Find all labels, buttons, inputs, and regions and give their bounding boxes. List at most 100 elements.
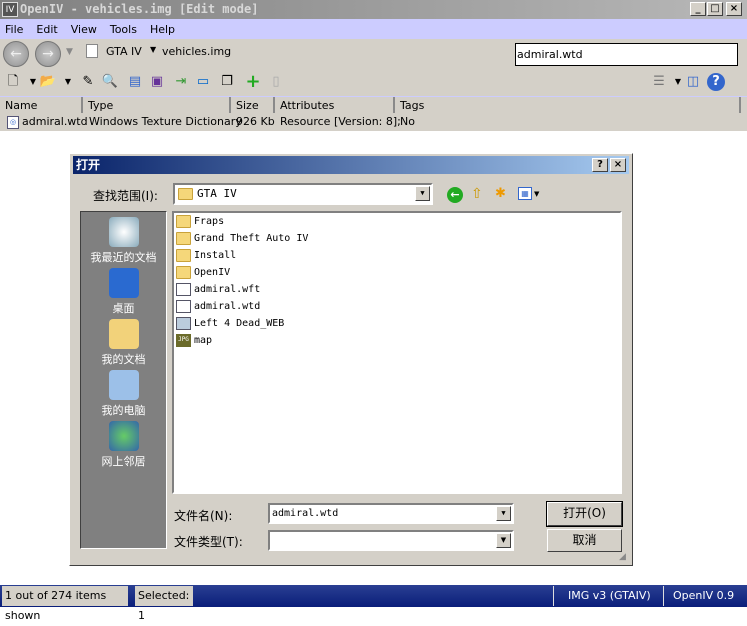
look-in-dropdown[interactable]: GTA IV ▼ xyxy=(173,183,433,205)
file-item[interactable]: Grand Theft Auto IV xyxy=(176,230,308,247)
save-icon[interactable]: ▣ xyxy=(148,73,166,91)
column-name[interactable]: Name xyxy=(0,97,83,114)
pages-icon xyxy=(86,44,98,58)
place-my-documents[interactable]: 我的文档 xyxy=(81,319,166,367)
export-icon[interactable]: ⇥ xyxy=(172,73,190,91)
forward-arrow-icon[interactable]: → xyxy=(35,41,61,67)
file-item[interactable]: Install xyxy=(176,247,236,264)
look-in-label: 查找范围(I): xyxy=(93,189,158,203)
open-folder-icon[interactable]: 📂 xyxy=(39,73,57,91)
copy-icon[interactable]: ❐ xyxy=(218,73,236,91)
filename-input[interactable]: admiral.wtd ▼ xyxy=(268,503,514,524)
file-item[interactable]: admiral.wtd xyxy=(176,298,260,315)
panel-icon[interactable]: ◫ xyxy=(684,73,702,91)
cell-tags: No xyxy=(400,115,415,128)
breadcrumb-separator-icon[interactable]: ▼ xyxy=(150,45,156,54)
places-bar: 我最近的文档 桌面 我的文档 我的电脑 网上邻居 xyxy=(80,211,167,549)
place-label: 网上邻居 xyxy=(101,455,146,468)
chevron-down-icon[interactable]: ▼ xyxy=(496,506,511,521)
filetype-dropdown[interactable]: ▼ xyxy=(268,530,514,551)
status-items-shown: 1 out of 274 items shown xyxy=(2,586,128,622)
my-documents-icon xyxy=(108,319,139,349)
chevron-down-icon[interactable]: ▼ xyxy=(496,533,511,548)
file-item[interactable]: admiral.wft xyxy=(176,281,260,298)
open-file-dialog: 打开 ? × 查找范围(I): GTA IV ▼ ← ⇧ ✱ ▦ ▼ 我最近的文… xyxy=(69,153,633,566)
preview-icon[interactable]: 🔍 xyxy=(101,73,119,91)
view-menu-icon[interactable]: ▦ xyxy=(518,187,532,200)
dialog-title: 打开 xyxy=(76,158,101,172)
breadcrumb-vehicles[interactable]: vehicles.img xyxy=(162,45,231,58)
table-row[interactable]: ◎ admiral.wtd Windows Texture Dictionary… xyxy=(0,113,747,131)
folder-icon xyxy=(176,266,191,279)
place-network[interactable]: 网上邻居 xyxy=(81,421,166,469)
new-file-icon[interactable]: 🗋 xyxy=(4,73,22,91)
file-icon xyxy=(176,283,191,296)
view-dropdown-icon[interactable]: ▼ xyxy=(534,190,539,198)
search-input[interactable] xyxy=(515,43,738,66)
file-item[interactable]: OpenIV xyxy=(176,264,230,281)
file-name: Fraps xyxy=(194,216,225,227)
place-label: 我的文档 xyxy=(101,353,146,366)
place-recent[interactable]: 我最近的文档 xyxy=(81,217,166,265)
menu-tools[interactable]: Tools xyxy=(110,23,137,36)
new-folder-icon[interactable]: ✱ xyxy=(495,186,506,201)
dialog-close-button[interactable]: × xyxy=(610,158,626,172)
network-icon xyxy=(108,421,139,451)
file-name: Left 4 Dead_WEB xyxy=(194,318,285,329)
folder-icon xyxy=(176,249,191,262)
chevron-down-icon[interactable]: ▼ xyxy=(415,186,430,201)
help-icon[interactable]: ? xyxy=(707,73,725,91)
toolbar: 🗋 ▼ 📂 ▼ ✎ 🔍 ▤ ▣ ⇥ ▭ ❐ + ▯ ☰ ▼ ◫ ? xyxy=(0,69,747,96)
filetype-label: 文件类型(T): xyxy=(174,535,243,549)
place-label: 我最近的文档 xyxy=(90,251,157,264)
file-icon xyxy=(176,300,191,313)
view-list-icon[interactable]: ☰ xyxy=(650,73,668,91)
up-folder-icon[interactable]: ⇧ xyxy=(471,186,483,202)
open-dropdown-icon[interactable]: ▼ xyxy=(59,73,77,91)
place-label: 我的电脑 xyxy=(101,404,146,417)
cell-size: 926 Kb xyxy=(236,115,275,128)
back-arrow-icon[interactable]: ← xyxy=(3,41,29,67)
cancel-button[interactable]: 取消 xyxy=(547,529,622,552)
replace-icon[interactable]: ▯ xyxy=(267,73,285,91)
column-tags[interactable]: Tags xyxy=(395,97,741,114)
edit-icon[interactable]: ✎ xyxy=(79,73,97,91)
rename-icon[interactable]: ▭ xyxy=(194,73,212,91)
window-title: OpenIV - vehicles.img [Edit mode] xyxy=(20,2,259,16)
menu-edit[interactable]: Edit xyxy=(36,23,57,36)
place-desktop[interactable]: 桌面 xyxy=(81,268,166,316)
breadcrumb-gta-iv[interactable]: GTA IV xyxy=(106,45,142,58)
jpg-file-icon: JPG xyxy=(176,334,191,347)
column-attributes[interactable]: Attributes xyxy=(275,97,395,114)
my-computer-icon xyxy=(108,370,139,400)
menu-help[interactable]: Help xyxy=(150,23,175,36)
file-item[interactable]: Fraps xyxy=(176,213,224,230)
add-icon[interactable]: + xyxy=(244,73,262,91)
open-button[interactable]: 打开(O) xyxy=(546,501,623,527)
file-name: admiral.wft xyxy=(194,284,261,295)
cell-type: Windows Texture Dictionary xyxy=(89,115,242,128)
history-dropdown-icon[interactable]: ▼ xyxy=(66,47,73,57)
resize-grip-icon[interactable]: ◢ xyxy=(619,552,626,562)
minimize-button[interactable]: _ xyxy=(690,2,706,16)
column-type[interactable]: Type xyxy=(83,97,231,114)
file-name: admiral.wtd xyxy=(194,301,261,312)
close-button[interactable]: × xyxy=(726,2,742,16)
folder-icon xyxy=(178,188,193,200)
menu-view[interactable]: View xyxy=(71,23,97,36)
column-size[interactable]: Size xyxy=(231,97,275,114)
dialog-help-button[interactable]: ? xyxy=(592,158,608,172)
cell-attributes: Resource [Version: 8]; xyxy=(280,115,401,128)
filename-label: 文件名(N): xyxy=(174,509,233,523)
status-version: OpenIV 0.9 xyxy=(663,586,747,606)
video-file-icon xyxy=(176,317,191,330)
maximize-button[interactable]: □ xyxy=(707,2,723,16)
dialog-title-bar: 打开 xyxy=(73,156,629,174)
file-list[interactable]: Fraps Grand Theft Auto IV Install OpenIV… xyxy=(172,211,622,494)
file-item[interactable]: Left 4 Dead_WEB xyxy=(176,315,284,332)
document-icon[interactable]: ▤ xyxy=(126,73,144,91)
file-item[interactable]: JPG map xyxy=(176,332,212,349)
menu-file[interactable]: File xyxy=(5,23,23,36)
back-icon[interactable]: ← xyxy=(447,187,463,203)
place-my-computer[interactable]: 我的电脑 xyxy=(81,370,166,418)
